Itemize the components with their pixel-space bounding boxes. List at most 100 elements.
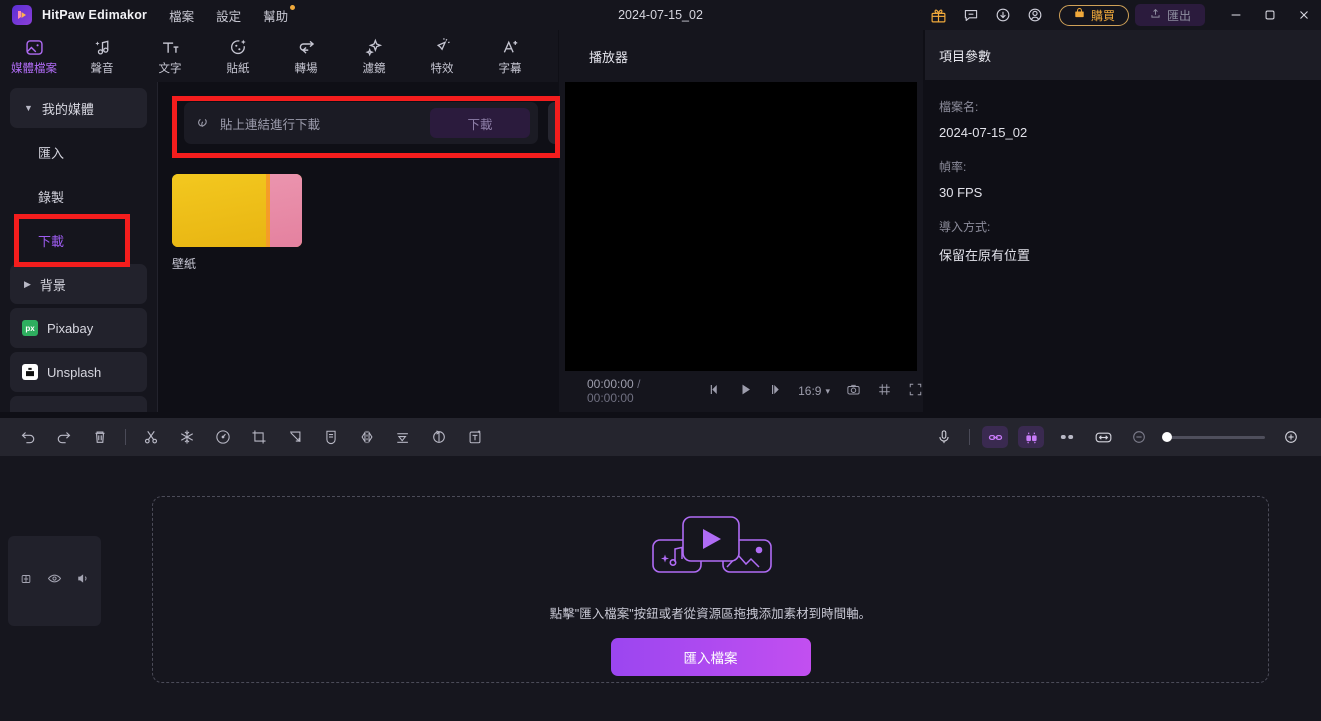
tab-filter[interactable]: 濾鏡 — [340, 30, 408, 82]
microphone-icon[interactable] — [926, 418, 962, 456]
grid-icon[interactable] — [877, 382, 892, 400]
account-icon[interactable] — [1019, 0, 1051, 30]
sidebar-item-download-label: 下載 — [38, 233, 65, 249]
minimize-icon[interactable] — [1219, 0, 1253, 30]
menu-item-help[interactable]: 幫助 — [263, 4, 296, 25]
tab-text[interactable]: 文字 — [136, 30, 204, 82]
audio-icon — [92, 37, 113, 61]
import-files-label: 匯入檔案 — [683, 650, 738, 666]
fit-width-icon[interactable] — [1085, 418, 1121, 456]
sidebar-item-unsplash[interactable]: Unsplash — [10, 352, 147, 392]
prev-frame-icon[interactable] — [707, 382, 722, 400]
zoom-slider[interactable] — [1162, 432, 1265, 442]
eye-icon[interactable] — [47, 571, 62, 591]
sidebar-item-my-media[interactable]: ▼ 我的媒體 — [10, 88, 147, 128]
camera-icon[interactable] — [846, 382, 861, 400]
magnet-icon[interactable] — [1013, 418, 1049, 456]
mask-icon[interactable] — [313, 418, 349, 456]
chevron-right-icon: ▶ — [24, 278, 31, 289]
tab-effect[interactable]: 特效 — [408, 30, 476, 82]
buy-button[interactable]: 購買 — [1058, 4, 1129, 26]
download-link-input[interactable]: 貼上連結進行下載 下載 — [184, 102, 538, 144]
player-time-separator: / — [637, 377, 641, 391]
tab-media[interactable]: 媒體檔案 — [0, 30, 68, 82]
player-panel: 播放器 00:00:00 / 00:00:00 16:9 ▾ — [559, 30, 923, 412]
align-icon[interactable] — [385, 418, 421, 456]
sidebar-item-import[interactable]: 匯入 — [10, 132, 147, 172]
snap-active — [1018, 426, 1044, 448]
help-badge-dot — [290, 4, 296, 10]
play-icon[interactable] — [738, 382, 753, 400]
add-text-icon[interactable] — [457, 418, 493, 456]
link-tracks-active — [982, 426, 1008, 448]
upload-icon — [1149, 7, 1162, 23]
tab-sticker[interactable]: 貼紙 — [204, 30, 272, 82]
zoom-slider-knob[interactable] — [1162, 432, 1172, 442]
filter-icon — [364, 37, 385, 61]
player-controls: 00:00:00 / 00:00:00 16:9 ▾ — [559, 376, 923, 406]
speedometer-icon[interactable] — [205, 418, 241, 456]
snowflake-icon[interactable] — [169, 418, 205, 456]
redo-icon[interactable] — [46, 418, 82, 456]
lock-icon[interactable] — [19, 572, 33, 591]
tab-audio-label: 聲音 — [90, 62, 114, 75]
tab-transition[interactable]: 轉場 — [272, 30, 340, 82]
gift-icon[interactable] — [923, 0, 955, 30]
scissors-icon[interactable] — [133, 418, 169, 456]
zoom-in-icon[interactable] — [1273, 418, 1309, 456]
wallpaper-thumbnail[interactable] — [172, 174, 302, 247]
property-label-filename: 檔案名: — [939, 100, 979, 114]
tab-text-label: 文字 — [158, 62, 182, 75]
aspect-ratio-selector[interactable]: 16:9 ▾ — [798, 384, 830, 398]
maximize-icon[interactable] — [1253, 0, 1287, 30]
properties-panel: 項目參數 檔案名: 2024-07-15_02 幀率: 30 FPS 導入方式:… — [925, 30, 1321, 412]
tab-caption[interactable]: 字幕 — [476, 30, 544, 82]
crop-icon[interactable] — [241, 418, 277, 456]
media-item[interactable]: 壁紙 — [172, 174, 302, 272]
tab-filter-label: 濾鏡 — [362, 62, 386, 75]
pixabay-icon: px — [22, 320, 38, 336]
zoom-out-icon[interactable] — [1121, 418, 1157, 456]
undo-icon[interactable] — [10, 418, 46, 456]
download-submit-button[interactable]: 下載 — [430, 108, 530, 138]
fullscreen-icon[interactable] — [908, 382, 923, 400]
trash-icon[interactable] — [82, 418, 118, 456]
sidebar-item-background[interactable]: ▶ 背景 — [10, 264, 147, 304]
speaker-icon[interactable] — [76, 571, 91, 591]
sidebar-item-record[interactable]: 錄製 — [10, 176, 147, 216]
tab-transition-label: 轉場 — [294, 62, 318, 75]
tab-audio[interactable]: 聲音 — [68, 30, 136, 82]
media-icon — [24, 37, 45, 61]
menu-bar: 檔案 設定 幫助 — [169, 4, 296, 25]
menu-item-settings[interactable]: 設定 — [216, 6, 241, 25]
property-value-import-mode: 保留在原有位置 — [939, 248, 1031, 263]
download-icon[interactable] — [987, 0, 1019, 30]
timeline-empty-hint: 點擊"匯入檔案"按鈕或者從資源區拖拽添加素材到時間軸。 — [549, 606, 872, 621]
menu-item-file[interactable]: 檔案 — [169, 6, 194, 25]
sidebar-item-partial[interactable] — [10, 396, 147, 412]
player-transport — [707, 382, 784, 400]
import-files-button[interactable]: 匯入檔案 — [610, 637, 811, 676]
arrow-corner-icon[interactable] — [277, 418, 313, 456]
tab-effect-label: 特效 — [430, 62, 454, 75]
close-icon[interactable] — [1287, 0, 1321, 30]
next-frame-icon[interactable] — [769, 382, 784, 400]
toolbar-divider-right — [969, 429, 970, 445]
download-submit-label: 下載 — [467, 117, 493, 132]
transition-icon — [296, 37, 317, 61]
property-label-framerate: 幀率: — [939, 160, 967, 174]
sidebar-item-download[interactable]: 下載 — [10, 220, 147, 260]
split-view-icon[interactable] — [1049, 418, 1085, 456]
player-total-time: 00:00:00 — [587, 391, 634, 405]
tab-caption-label: 字幕 — [498, 62, 522, 75]
sidebar-item-background-label: 背景 — [39, 277, 66, 293]
export-button[interactable]: 匯出 — [1134, 4, 1205, 26]
player-stage[interactable] — [565, 82, 917, 371]
feedback-icon[interactable] — [955, 0, 987, 30]
link-chain-icon[interactable] — [977, 418, 1013, 456]
menu-item-help-label: 幫助 — [263, 9, 289, 24]
rotate-icon[interactable] — [421, 418, 457, 456]
sidebar-item-pixabay[interactable]: px Pixabay — [10, 308, 147, 348]
thumbnail-left — [172, 174, 266, 247]
mirror-icon[interactable] — [349, 418, 385, 456]
